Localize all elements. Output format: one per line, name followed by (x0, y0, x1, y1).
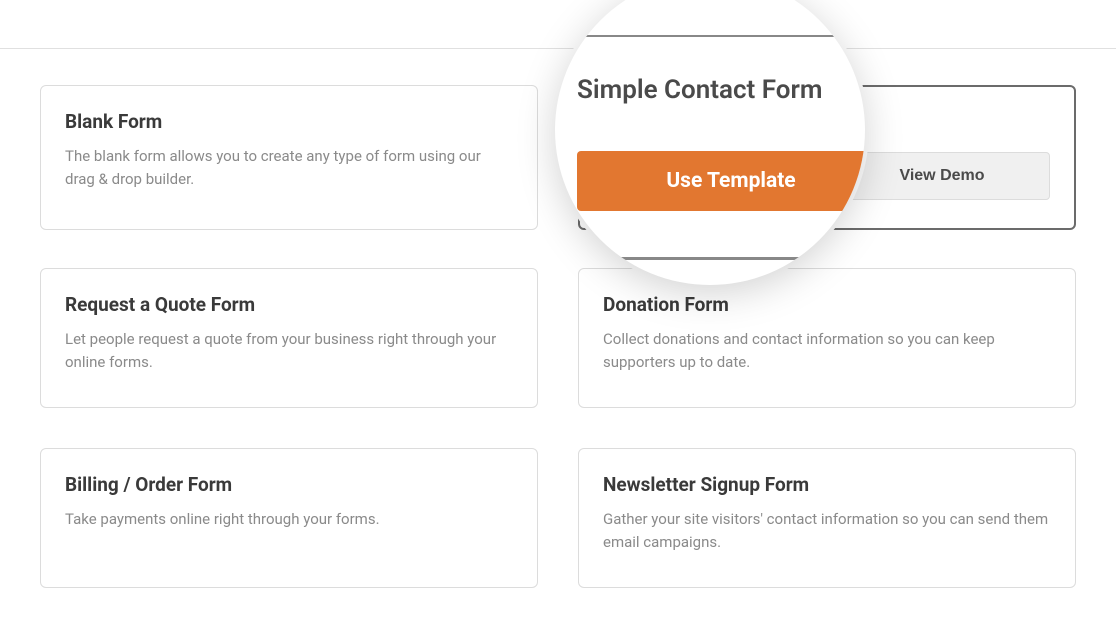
card-title: Request a Quote Form (65, 293, 513, 316)
use-template-button[interactable]: Use Template (604, 152, 818, 200)
card-title: Simple Contact Form (604, 111, 1050, 134)
card-title: Blank Form (65, 110, 513, 133)
card-description: Collect donations and contact informatio… (603, 328, 1051, 373)
card-description: The blank form allows you to create any … (65, 145, 513, 190)
view-demo-button[interactable]: View Demo (834, 152, 1050, 200)
card-title: Donation Form (603, 293, 1051, 316)
card-description: Gather your site visitors' contact infor… (603, 508, 1051, 553)
template-card-billing-order-form[interactable]: Billing / Order Form Take payments onlin… (40, 448, 538, 588)
template-card-blank-form[interactable]: Blank Form The blank form allows you to … (40, 85, 538, 230)
card-button-row: Use Template View Demo (604, 152, 1050, 200)
card-title: Billing / Order Form (65, 473, 513, 496)
template-card-donation-form[interactable]: Donation Form Collect donations and cont… (578, 268, 1076, 408)
top-divider (0, 48, 1116, 49)
zoom-divider (555, 35, 865, 37)
template-card-request-quote-form[interactable]: Request a Quote Form Let people request … (40, 268, 538, 408)
template-card-simple-contact-form[interactable]: Simple Contact Form Use Template View De… (578, 85, 1076, 230)
template-grid: Blank Form The blank form allows you to … (40, 85, 1076, 588)
card-description: Let people request a quote from your bus… (65, 328, 513, 373)
template-card-newsletter-signup-form[interactable]: Newsletter Signup Form Gather your site … (578, 448, 1076, 588)
card-description: Take payments online right through your … (65, 508, 513, 531)
card-title: Newsletter Signup Form (603, 473, 1051, 496)
